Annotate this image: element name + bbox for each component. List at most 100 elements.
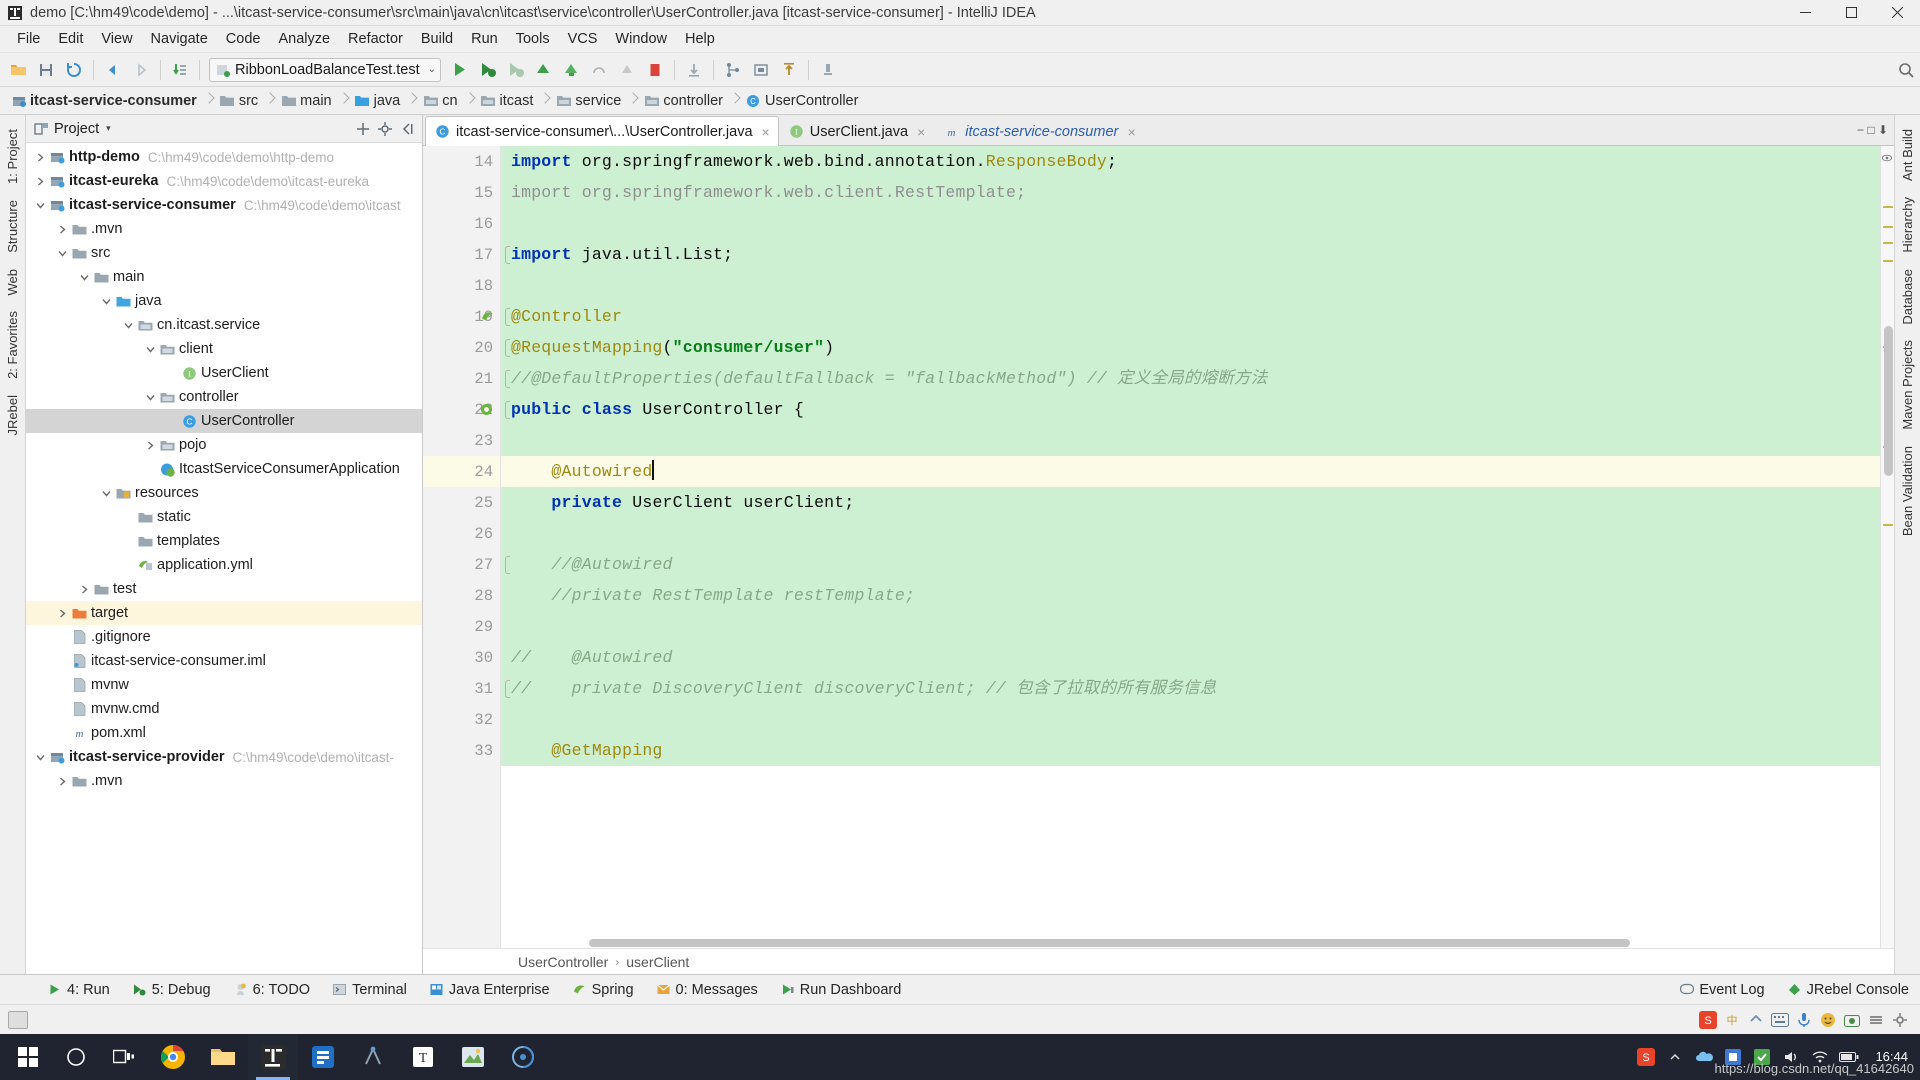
tree-item-target[interactable]: target — [26, 601, 422, 625]
tool-window-terminal[interactable]: Terminal — [321, 979, 418, 1001]
gutter-line-30[interactable]: 30 — [423, 642, 500, 673]
gutter-line-20[interactable]: 20 — [423, 332, 500, 363]
tray-expand-icon[interactable] — [1665, 1047, 1685, 1067]
chevron-right-icon[interactable] — [142, 433, 158, 457]
tab-actions[interactable]: − □ ⬇ — [1857, 123, 1888, 137]
gutter-line-33[interactable]: 33 — [423, 735, 500, 766]
breadcrumb-item-java[interactable]: java — [352, 90, 404, 112]
code-line-15[interactable]: import org.springframework.web.client.Re… — [501, 177, 1880, 208]
run-configuration-selector[interactable]: RibbonLoadBalanceTest.test ⌄ — [209, 57, 441, 82]
code-fold-marker-icon[interactable] — [501, 332, 513, 363]
menu-help[interactable]: Help — [676, 28, 724, 50]
code-line-29[interactable] — [501, 611, 1880, 642]
code-line-19[interactable]: @Controller — [501, 301, 1880, 332]
menu-tools[interactable]: Tools — [507, 28, 559, 50]
breadcrumb-item-controller[interactable]: controller — [641, 90, 726, 112]
gutter-line-22[interactable]: 22 — [423, 394, 500, 425]
tray-sogou-icon[interactable]: S — [1636, 1047, 1656, 1067]
code-line-20[interactable]: @RequestMapping("consumer/user") — [501, 332, 1880, 363]
chevron-down-icon[interactable] — [120, 313, 136, 337]
tree-item-pojo[interactable]: pojo — [26, 433, 422, 457]
profile-button[interactable] — [529, 57, 557, 83]
tool-button-bean-validation[interactable]: Bean Validation — [1897, 438, 1918, 544]
tool-button-structure[interactable]: Structure — [2, 192, 23, 261]
tool-button-jrebel[interactable]: JRebel — [2, 387, 23, 443]
chevron-down-icon[interactable] — [54, 241, 70, 265]
compile-icon[interactable] — [166, 57, 194, 83]
stop-icon[interactable] — [641, 57, 669, 83]
tree-item-mvn[interactable]: .mvn — [26, 217, 422, 241]
ime-language-icon[interactable]: 中 — [1720, 1009, 1744, 1031]
tool-button-web[interactable]: Web — [2, 261, 23, 304]
chevron-down-icon[interactable]: ⌄ — [428, 64, 436, 75]
tree-item-test[interactable]: test — [26, 577, 422, 601]
code-line-24[interactable]: @Autowired — [501, 456, 1880, 487]
eye-icon[interactable] — [1881, 150, 1893, 168]
marker-bar[interactable] — [1880, 146, 1894, 948]
editor-tab-2[interactable]: m itcast-service-consumer × — [934, 116, 1144, 146]
close-icon[interactable]: × — [917, 124, 925, 140]
close-icon[interactable]: × — [762, 124, 770, 140]
breadcrumb-item-module[interactable]: itcast-service-consumer — [8, 90, 200, 112]
menu-refactor[interactable]: Refactor — [339, 28, 412, 50]
maximize-button[interactable] — [1828, 0, 1874, 26]
gutter-line-27[interactable]: 27 — [423, 549, 500, 580]
code-line-23[interactable] — [501, 425, 1880, 456]
search-everywhere-icon[interactable] — [814, 57, 842, 83]
code-line-21[interactable]: //@DefaultProperties(defaultFallback = "… — [501, 363, 1880, 394]
help-search-icon[interactable] — [1892, 57, 1920, 83]
tree-item-itcast-service-consumer[interactable]: itcast-service-consumer C:\hm49\code\demo… — [26, 193, 422, 217]
attach-process-button[interactable] — [557, 57, 585, 83]
tool-button-ant-build[interactable]: Ant Build — [1897, 121, 1918, 189]
breadcrumb-item-main[interactable]: main — [278, 90, 334, 112]
menu-file[interactable]: File — [8, 28, 49, 50]
tool-button-favorites[interactable]: 2: Favorites — [2, 303, 23, 387]
tree-item-templates[interactable]: templates — [26, 529, 422, 553]
marker-warning[interactable] — [1883, 226, 1893, 228]
stop-grey-icon[interactable] — [613, 57, 641, 83]
editor-tab-0[interactable]: Citcast-service-consumer\...\UserControl… — [425, 116, 779, 146]
menu-window[interactable]: Window — [606, 28, 676, 50]
chevron-down-icon[interactable] — [98, 481, 114, 505]
code-line-32[interactable] — [501, 704, 1880, 735]
open-project-icon[interactable] — [4, 57, 32, 83]
update-icon[interactable] — [680, 57, 708, 83]
tree-item-itcast-service-consumer-iml[interactable]: itcast-service-consumer.iml — [26, 649, 422, 673]
settings-gear-icon[interactable] — [374, 118, 396, 140]
tree-item-static[interactable]: static — [26, 505, 422, 529]
ime-emoji-icon[interactable] — [1816, 1009, 1840, 1031]
chevron-down-icon[interactable] — [32, 193, 48, 217]
ime-menu-icon[interactable] — [1864, 1009, 1888, 1031]
editor-gutter[interactable]: 14 15 16 17 18 19 20 21 22 23 24 25 26 27 28 29 30 31 32 33 — [423, 146, 501, 948]
tree-item-mvnw-cmd[interactable]: mvnw.cmd — [26, 697, 422, 721]
ime-keyboard-icon[interactable] — [1768, 1009, 1792, 1031]
code-fold-marker-icon[interactable] — [501, 239, 513, 270]
footer-crumb-class[interactable]: UserController — [518, 954, 608, 970]
gutter-line-14[interactable]: 14 — [423, 146, 500, 177]
push-icon[interactable] — [775, 57, 803, 83]
marker-warning[interactable] — [1883, 260, 1893, 262]
menu-analyze[interactable]: Analyze — [269, 28, 339, 50]
menu-navigate[interactable]: Navigate — [142, 28, 217, 50]
ime-screenshot-icon[interactable] — [1840, 1009, 1864, 1031]
debug-button[interactable] — [473, 57, 501, 83]
taskbar-intellij-icon[interactable] — [248, 1034, 298, 1080]
tool-window-0-messages[interactable]: 0: Messages — [645, 979, 769, 1001]
gutter-line-16[interactable]: 16 — [423, 208, 500, 239]
gutter-line-28[interactable]: 28 — [423, 580, 500, 611]
code-fold-marker-icon[interactable] — [501, 363, 513, 394]
tool-window-5-debug[interactable]: 5: Debug — [121, 979, 222, 1001]
editor-tab-1[interactable]: I UserClient.java × — [779, 116, 935, 146]
tree-item-http-demo[interactable]: http-demo C:\hm49\code\demo\http-demo — [26, 145, 422, 169]
code-line-33[interactable]: @GetMapping — [501, 735, 1880, 766]
tool-button-project[interactable]: 1: Project — [2, 121, 23, 192]
close-icon[interactable]: × — [1127, 124, 1135, 140]
marker-warning[interactable] — [1883, 242, 1893, 244]
sync-icon[interactable] — [60, 57, 88, 83]
code-fold-marker-icon[interactable] — [501, 394, 513, 425]
gutter-line-26[interactable]: 26 — [423, 518, 500, 549]
tree-item-usercontroller[interactable]: C UserController — [26, 409, 422, 433]
tool-window-java-enterprise[interactable]: Java Enterprise — [418, 979, 561, 1001]
menu-view[interactable]: View — [92, 28, 141, 50]
gutter-spring-icon[interactable] — [479, 308, 495, 324]
